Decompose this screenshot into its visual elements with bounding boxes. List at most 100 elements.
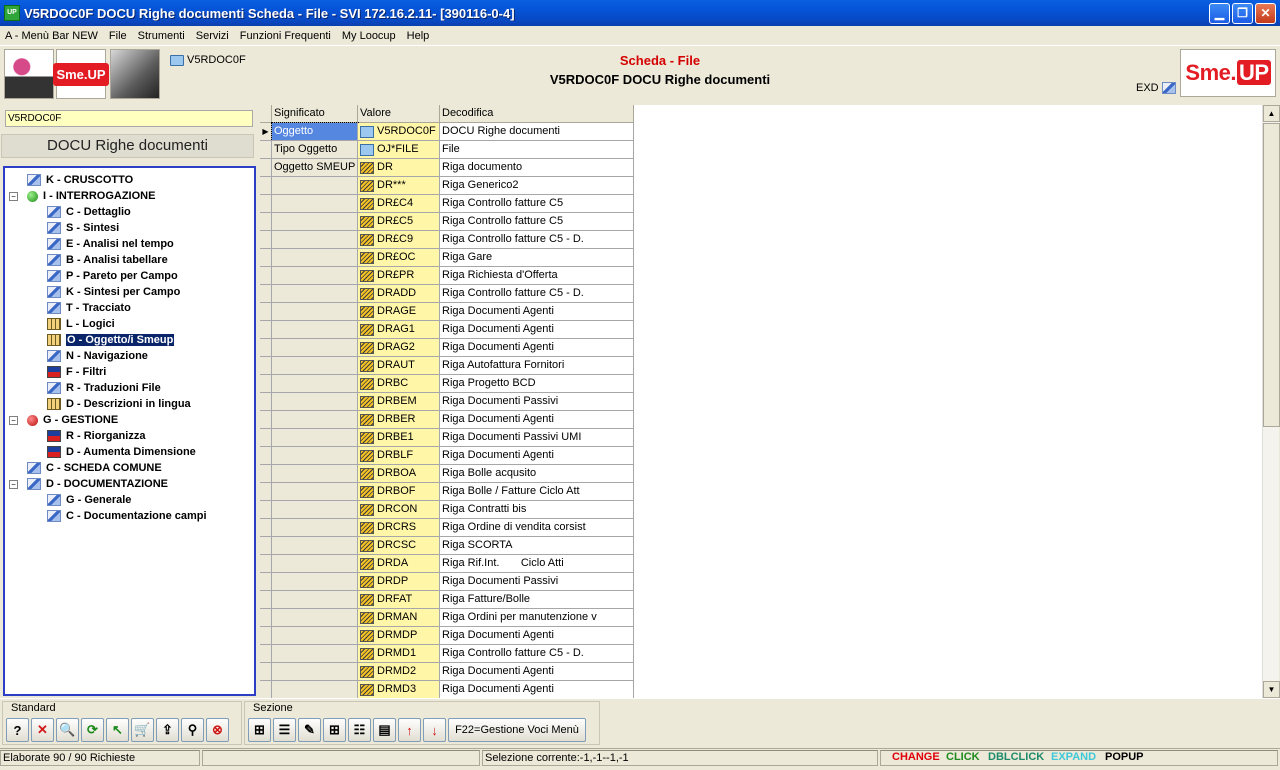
row-selector[interactable]: [260, 537, 272, 555]
cell-valore[interactable]: DRMDP: [358, 627, 440, 645]
cell-valore[interactable]: DR£C4: [358, 195, 440, 213]
cell-decodifica[interactable]: Riga Documenti Agenti: [440, 339, 634, 357]
cell-valore[interactable]: DRBC: [358, 375, 440, 393]
section-tree[interactable]: K - CRUSCOTTO − I - INTERROGAZIONE C - Dett…: [3, 166, 256, 696]
cell-decodifica[interactable]: Riga Gare: [440, 249, 634, 267]
row-selector[interactable]: [260, 339, 272, 357]
cell-decodifica[interactable]: Riga Documenti Agenti: [440, 303, 634, 321]
table-row[interactable]: DRDA Riga Rif.Int. Ciclo Atti: [260, 555, 634, 573]
find-button[interactable]: ⚲: [181, 718, 204, 742]
scroll-up-button[interactable]: ▲: [1263, 105, 1280, 122]
table-row[interactable]: DRMD2 Riga Documenti Agenti: [260, 663, 634, 681]
row-selector[interactable]: [260, 501, 272, 519]
table-row[interactable]: DRBOF Riga Bolle / Fatture Ciclo Att: [260, 483, 634, 501]
cell-decodifica[interactable]: Riga Bolle / Fatture Ciclo Att: [440, 483, 634, 501]
cell-significato[interactable]: [272, 393, 358, 411]
table-row[interactable]: DRDP Riga Documenti Passivi: [260, 573, 634, 591]
table-row[interactable]: DRCON Riga Contratti bis: [260, 501, 634, 519]
help-button[interactable]: ?: [6, 718, 29, 742]
row-selector[interactable]: [260, 573, 272, 591]
tree-node[interactable]: C - SCHEDA COMUNE: [5, 460, 254, 476]
cell-valore[interactable]: DR£OC: [358, 249, 440, 267]
row-selector[interactable]: [260, 627, 272, 645]
cell-valore[interactable]: DRMD1: [358, 645, 440, 663]
row-selector[interactable]: [260, 195, 272, 213]
table-row[interactable]: DRBEM Riga Documenti Passivi: [260, 393, 634, 411]
cell-valore[interactable]: DRADD: [358, 285, 440, 303]
tree-node[interactable]: N - Navigazione: [5, 348, 254, 364]
cell-valore[interactable]: DRAG1: [358, 321, 440, 339]
menu-help[interactable]: Help: [402, 30, 436, 42]
export-button[interactable]: ⇪: [156, 718, 179, 742]
form-button[interactable]: ▤: [373, 718, 396, 742]
cell-decodifica[interactable]: Riga Autofattura Fornitori: [440, 357, 634, 375]
cell-decodifica[interactable]: Riga Documenti Passivi: [440, 393, 634, 411]
row-selector[interactable]: [260, 375, 272, 393]
table-row[interactable]: Oggetto SMEUP DR Riga documento: [260, 159, 634, 177]
table-row[interactable]: DRAGE Riga Documenti Agenti: [260, 303, 634, 321]
cell-decodifica[interactable]: Riga Documenti Agenti: [440, 447, 634, 465]
cell-valore[interactable]: DRBER: [358, 411, 440, 429]
table-row[interactable]: DR£C9 Riga Controllo fatture C5 - D.: [260, 231, 634, 249]
cell-significato[interactable]: [272, 375, 358, 393]
row-selector[interactable]: [260, 249, 272, 267]
table-row[interactable]: DRMDP Riga Documenti Agenti: [260, 627, 634, 645]
cell-decodifica[interactable]: Riga Ordini per manutenzione v: [440, 609, 634, 627]
table-row[interactable]: DRCRS Riga Ordine di vendita corsist: [260, 519, 634, 537]
f22-gestione-voci-menu-button[interactable]: F22=Gestione Voci Menù: [448, 718, 586, 742]
object-grid[interactable]: Significato Valore Decodifica ▶ Oggetto V5…: [260, 105, 634, 698]
menu-my-loocup[interactable]: My Loocup: [337, 30, 402, 42]
tree-node[interactable]: T - Tracciato: [5, 300, 254, 316]
table-row[interactable]: DRCSC Riga SCORTA: [260, 537, 634, 555]
cell-significato[interactable]: [272, 483, 358, 501]
cell-significato[interactable]: [272, 591, 358, 609]
table-row[interactable]: DR£PR Riga Richiesta d'Offerta: [260, 267, 634, 285]
table-row[interactable]: DRAG1 Riga Documenti Agenti: [260, 321, 634, 339]
row-selector[interactable]: [260, 393, 272, 411]
row-selector[interactable]: [260, 663, 272, 681]
table-row[interactable]: DRFAT Riga Fatture/Bolle: [260, 591, 634, 609]
cell-valore[interactable]: DRCSC: [358, 537, 440, 555]
table-row[interactable]: DRMD1 Riga Controllo fatture C5 - D.: [260, 645, 634, 663]
cell-significato[interactable]: [272, 465, 358, 483]
collapse-toggle-icon[interactable]: −: [9, 479, 18, 489]
row-selector[interactable]: [260, 321, 272, 339]
row-selector[interactable]: [260, 177, 272, 195]
cart-button[interactable]: 🛒: [131, 718, 154, 742]
cell-significato[interactable]: [272, 195, 358, 213]
row-selector[interactable]: [260, 681, 272, 698]
cell-valore[interactable]: DR***: [358, 177, 440, 195]
tree-one-button[interactable]: ☷: [348, 718, 371, 742]
row-selector[interactable]: ▶: [260, 123, 272, 141]
row-selector[interactable]: [260, 411, 272, 429]
table-row[interactable]: DRAG2 Riga Documenti Agenti: [260, 339, 634, 357]
table-row[interactable]: DRBC Riga Progetto BCD: [260, 375, 634, 393]
cell-decodifica[interactable]: Riga Documenti Agenti: [440, 321, 634, 339]
row-selector[interactable]: [260, 285, 272, 303]
cell-valore[interactable]: DRMAN: [358, 609, 440, 627]
table-row[interactable]: DRBE1 Riga Documenti Passivi UMI: [260, 429, 634, 447]
tree-node[interactable]: G - Generale: [5, 492, 254, 508]
column-header-decodifica[interactable]: Decodifica: [440, 105, 634, 123]
cell-significato[interactable]: [272, 663, 358, 681]
cell-decodifica[interactable]: Riga Controllo fatture C5 - D.: [440, 285, 634, 303]
tree-node[interactable]: F - Filtri: [5, 364, 254, 380]
row-selector[interactable]: [260, 231, 272, 249]
column-header-valore[interactable]: Valore: [358, 105, 440, 123]
cell-decodifica[interactable]: Riga Progetto BCD: [440, 375, 634, 393]
cell-valore[interactable]: DRMD3: [358, 681, 440, 698]
tree-node[interactable]: P - Pareto per Campo: [5, 268, 254, 284]
tree-node[interactable]: C - Dettaglio: [5, 204, 254, 220]
cell-decodifica[interactable]: Riga Ordine di vendita corsist: [440, 519, 634, 537]
tree-node[interactable]: B - Analisi tabellare: [5, 252, 254, 268]
row-selector[interactable]: [260, 465, 272, 483]
cell-valore[interactable]: OJ*FILE: [358, 141, 440, 159]
stop-button[interactable]: ⊗: [206, 718, 229, 742]
cell-decodifica[interactable]: Riga Documenti Agenti: [440, 411, 634, 429]
cell-valore[interactable]: DR: [358, 159, 440, 177]
scroll-down-button[interactable]: ▼: [1263, 681, 1280, 698]
cell-valore[interactable]: DRDA: [358, 555, 440, 573]
row-selector[interactable]: [260, 447, 272, 465]
cell-valore[interactable]: DRMD2: [358, 663, 440, 681]
move-down-button[interactable]: ↓: [423, 718, 446, 742]
